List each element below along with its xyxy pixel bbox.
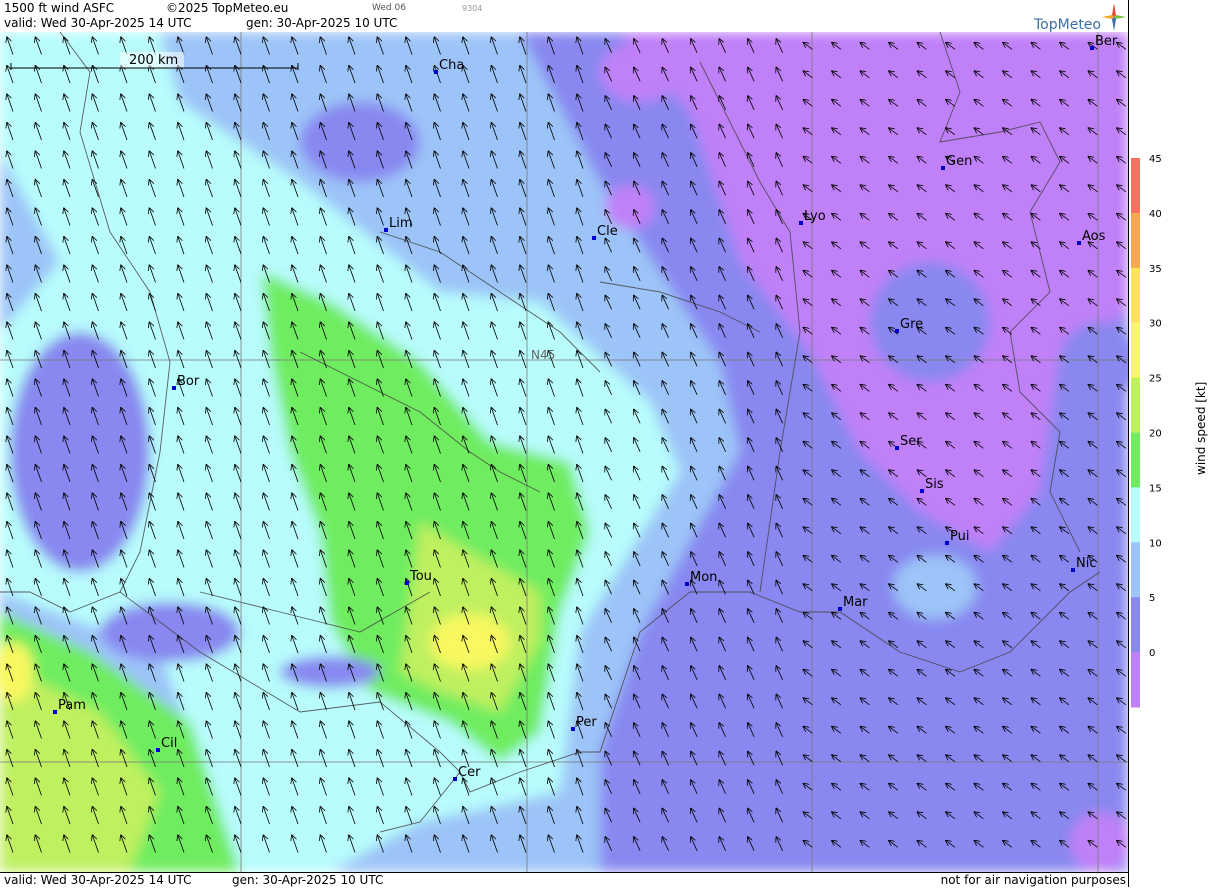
legend-color-swatch [1131,267,1140,324]
city-marker [1090,46,1094,50]
legend-color-swatch [1131,322,1140,379]
city-label: Cha [439,58,464,73]
footer-valid-time: valid: Wed 30-Apr-2025 14 UTC [4,873,192,887]
city-pam[interactable]: Pam [53,698,86,714]
city-marker [405,581,409,585]
city-gen[interactable]: Gen [941,154,972,170]
legend-tick-label: 30 [1149,319,1162,330]
legend-tick-label: 15 [1149,483,1162,494]
city-marker [571,727,575,731]
city-label: Aos [1082,229,1106,244]
city-label: Sis [925,477,944,492]
footer-generation-time: gen: 30-Apr-2025 10 UTC [232,873,384,887]
generation-time: gen: 30-Apr-2025 10 UTC [246,16,398,30]
legend-color-swatch [1131,487,1140,543]
valid-time: valid: Wed 30-Apr-2025 14 UTC [4,16,192,30]
city-marker [945,541,949,545]
legend-title: wind speed [kt] [1194,382,1208,475]
latitude-label: N45 [531,348,555,362]
city-label: Nic [1076,556,1096,571]
city-label: Pui [950,529,969,544]
legend-tick-label: 25 [1149,374,1162,385]
city-mon[interactable]: Mon [685,570,717,586]
legend-color-swatch [1131,212,1140,269]
city-ser[interactable]: Ser [895,434,922,450]
city-lim[interactable]: Lim [384,216,413,232]
city-marker [1071,568,1075,572]
city-label: Lyo [804,209,826,224]
city-label: Cle [597,224,618,239]
city-marker [895,446,899,450]
legend-tick-label: 5 [1149,593,1155,604]
topmeteo-logo[interactable]: TopMeteo [1034,3,1128,33]
city-marker [384,228,388,232]
city-mar[interactable]: Mar [838,595,868,611]
legend-tick-label: 10 [1149,538,1162,549]
city-label: Gen [946,154,972,169]
city-label: Mon [690,570,717,585]
scale-bar-label: 200 km [129,53,178,68]
copyright-text: ©2025 TopMeteo.eu [166,1,289,15]
legend-color-swatch [1131,158,1140,214]
run-code: 9304 [462,4,483,13]
city-marker [895,329,899,333]
city-label: Tou [409,569,432,584]
city-label: Ber [1095,34,1118,49]
city-label: Mar [843,595,868,610]
city-marker [172,386,176,390]
city-gre[interactable]: Gre [895,317,923,333]
legend-tick-label: 40 [1149,209,1162,220]
wind-map[interactable]: 200 km N45 Cha Lim Cle Lyo Gen Ber Aos Gre Bor Se… [0,32,1128,872]
legend-color-swatch [1131,432,1140,488]
city-marker [799,221,803,225]
city-label: Cer [458,765,481,780]
city-marker [941,166,945,170]
city-marker [53,710,57,714]
legend-color-swatch [1131,542,1140,598]
compass-star-icon [1102,3,1126,31]
city-marker [1077,241,1081,245]
footer-disclaimer: not for air navigation purposes [940,873,1126,887]
product-title: 1500 ft wind ASFC [4,1,115,15]
city-marker [434,70,438,74]
city-label: Ser [900,434,922,449]
city-marker [685,582,689,586]
city-marker [592,236,596,240]
city-marker [453,777,457,781]
city-ber[interactable]: Ber [1090,34,1118,50]
day-code: Wed 06 [372,3,406,13]
city-marker [920,489,924,493]
legend-tick-label: 20 [1149,429,1162,440]
city-marker [838,607,842,611]
city-label: Cil [161,736,177,751]
city-bor[interactable]: Bor [172,374,200,390]
legend-scale: 45 40 35 30 25 20 15 10 5 0 wind speed [kt] [1131,154,1208,708]
legend-tick-label: 45 [1149,154,1162,165]
city-label: Gre [900,317,923,332]
city-label: Pam [58,698,86,713]
legend-tick-label: 0 [1149,648,1155,659]
legend-tick-label: 35 [1149,264,1162,275]
city-tou[interactable]: Tou [405,569,432,585]
header-bar: 1500 ft wind ASFC ©2025 TopMeteo.eu Wed … [0,0,1128,32]
city-label: Bor [177,374,200,389]
city-cer[interactable]: Cer [453,765,481,781]
city-label: Per [576,715,597,730]
legend-color-swatch [1131,597,1140,653]
city-aos[interactable]: Aos [1077,229,1106,245]
logo-text: TopMeteo [1034,17,1101,33]
legend-color-swatch [1131,652,1140,708]
city-cha[interactable]: Cha [434,58,464,74]
city-marker [156,748,160,752]
footer-bar: valid: Wed 30-Apr-2025 14 UTC gen: 30-Ap… [0,872,1128,888]
city-label: Lim [389,216,413,231]
legend-color-swatch [1131,377,1140,433]
wind-speed-legend: 45 40 35 30 25 20 15 10 5 0 wind speed [kt] [1128,0,1219,887]
